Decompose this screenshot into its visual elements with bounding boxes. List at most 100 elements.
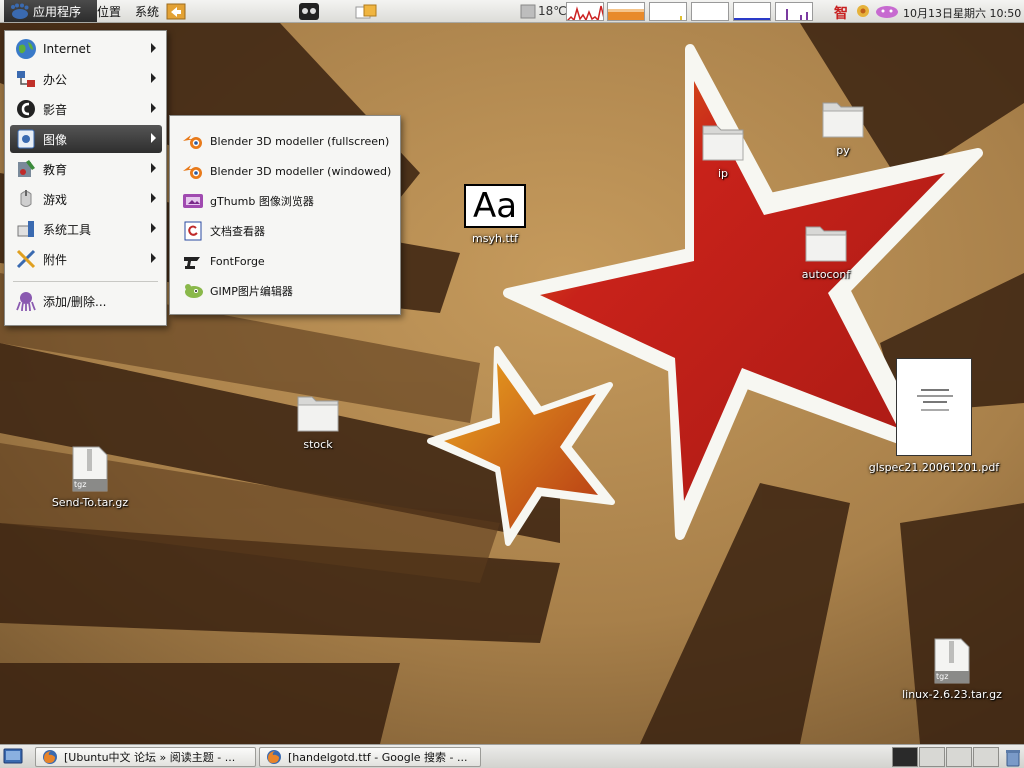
menu-item-graphics[interactable]: 图像 (10, 125, 162, 153)
applications-menu[interactable]: 应用程序 (4, 0, 97, 22)
desktop-icon-folder-ip[interactable]: ip (695, 120, 751, 180)
menu-item-label: 系统工具 (43, 222, 92, 237)
pdf-thumbnail-icon (896, 358, 972, 456)
tray-flower-icon (857, 5, 869, 17)
graphics-submenu: Blender 3D modeller (fullscreen) Blender… (169, 115, 401, 315)
clock[interactable]: 10月13日星期六 10:50 (903, 5, 1021, 21)
desktop-icon-label: ip (717, 167, 729, 180)
weather-cloud-icon (520, 4, 536, 19)
bottom-panel: [Ubuntu中文 论坛 » 阅读主题 - ... [handelgotd.tt… (0, 744, 1024, 768)
gthumb-icon (181, 191, 205, 211)
desktop-icon-label: linux-2.6.23.tar.gz (902, 688, 1002, 701)
menu-item-education[interactable]: 教育 (10, 155, 162, 183)
desktop-icon-folder-py[interactable]: py (815, 97, 871, 157)
archive-badge: tgz (74, 480, 87, 489)
weather-applet[interactable] (520, 2, 536, 21)
menu-item-office[interactable]: 办公 (10, 65, 162, 93)
weather-temperature: 18℃ (538, 4, 567, 18)
desktop-icon-label: Send-To.tar.gz (51, 496, 129, 509)
trash-icon (1006, 750, 1020, 767)
desktop-icon-pdf[interactable]: glspec21.20061201.pdf (866, 358, 1002, 474)
network-monitor[interactable] (649, 2, 687, 21)
archive-badge: tgz (936, 672, 949, 681)
folder-icon (805, 226, 847, 262)
panel-launcher[interactable] (166, 2, 186, 21)
cpu-graph-icon (567, 5, 603, 20)
submenu-item-gimp[interactable]: GIMP图片编辑器 (176, 277, 396, 305)
submenu-item-document-viewer[interactable]: 文档查看器 (176, 217, 396, 245)
notes-applet[interactable] (354, 2, 378, 21)
document-viewer-icon (181, 221, 205, 241)
blender-icon (181, 131, 205, 151)
folder-icon (822, 102, 864, 138)
submenu-item-label: GIMP图片编辑器 (210, 285, 293, 298)
show-desktop-button[interactable] (3, 747, 23, 766)
menu-separator (13, 281, 158, 282)
tray-app-icon[interactable] (854, 2, 872, 21)
desktop-icon-folder-stock[interactable]: stock (290, 391, 346, 451)
taskbar-item-firefox-forum[interactable]: [Ubuntu中文 论坛 » 阅读主题 - ... (35, 747, 256, 767)
sound-video-icon (15, 98, 37, 120)
submenu-arrow-icon (151, 223, 156, 233)
trash-button[interactable] (1004, 747, 1022, 767)
folder-icon (297, 396, 339, 432)
submenu-item-blender-fullscreen[interactable]: Blender 3D modeller (fullscreen) (176, 127, 396, 155)
desktop-icon-archive-linux[interactable]: tgz linux-2.6.23.tar.gz (896, 637, 1008, 701)
gimp-icon (181, 281, 205, 301)
submenu-arrow-icon (151, 253, 156, 263)
system-menu[interactable]: 系统 (130, 0, 164, 22)
desktop-icon-folder-autoconf[interactable]: autoconf (793, 221, 859, 281)
show-desktop-icon (3, 748, 23, 764)
network-graph-icon (680, 16, 682, 20)
media-player-applet[interactable] (298, 2, 320, 21)
workspace-1[interactable] (892, 747, 918, 767)
music-player-icon (299, 3, 319, 20)
system-menu-label: 系统 (135, 4, 160, 19)
submenu-arrow-icon (151, 43, 156, 53)
menu-item-label: 教育 (43, 162, 68, 177)
workspace-4[interactable] (973, 747, 999, 767)
submenu-item-blender-windowed[interactable]: Blender 3D modeller (windowed) (176, 157, 396, 185)
menu-item-add-remove[interactable]: 添加/删除... (10, 287, 162, 315)
firefox-icon (43, 750, 57, 764)
places-menu[interactable]: 位置 (92, 0, 126, 22)
notes-icon (355, 4, 377, 19)
disk-monitor[interactable] (775, 2, 813, 21)
taskbar-item-label: [Ubuntu中文 论坛 » 阅读主题 - ... (64, 751, 236, 764)
games-icon (15, 188, 37, 210)
workspace-3[interactable] (946, 747, 972, 767)
menu-item-label: 添加/删除... (43, 294, 107, 309)
submenu-item-fontforge[interactable]: FontForge (176, 247, 396, 275)
input-method-indicator[interactable]: 智 (834, 3, 848, 23)
submenu-item-label: Blender 3D modeller (fullscreen) (210, 134, 390, 148)
menu-item-internet[interactable]: Internet (10, 35, 162, 63)
submenu-item-label: FontForge (210, 254, 265, 268)
menu-item-sound-video[interactable]: 影音 (10, 95, 162, 123)
workspace-2[interactable] (919, 747, 945, 767)
globe-icon (15, 38, 37, 60)
menu-item-games[interactable]: 游戏 (10, 185, 162, 213)
firefox-icon (267, 750, 281, 764)
menu-item-label: 图像 (43, 132, 68, 147)
menu-item-accessories[interactable]: 附件 (10, 245, 162, 273)
menu-item-system-tools[interactable]: 系统工具 (10, 215, 162, 243)
taskbar-item-firefox-google[interactable]: [handelgotd.ttf - Google 搜索 - ... (259, 747, 481, 767)
load-monitor[interactable] (733, 2, 771, 21)
desktop-icon-font-file[interactable]: Aa msyh.ttf (460, 184, 530, 245)
submenu-item-label: Blender 3D modeller (windowed) (210, 164, 392, 178)
submenu-item-gthumb[interactable]: gThumb 图像浏览器 (176, 187, 396, 215)
places-menu-label: 位置 (97, 4, 122, 19)
system-tools-icon (15, 218, 37, 240)
swap-monitor[interactable] (691, 2, 729, 21)
memory-monitor[interactable] (607, 2, 645, 21)
menu-item-label: 影音 (43, 102, 68, 117)
desktop-icon-label: py (836, 144, 850, 157)
desktop-icon-archive-sendto[interactable]: tgz Send-To.tar.gz (44, 445, 136, 509)
tray-messenger[interactable] (874, 2, 900, 21)
submenu-item-label: 文档查看器 (210, 225, 265, 238)
submenu-arrow-icon (151, 73, 156, 83)
cpu-monitor[interactable] (566, 2, 604, 21)
memory-graph-icon (608, 9, 644, 20)
menu-item-label: 办公 (43, 72, 68, 87)
foot-logo-icon (11, 3, 29, 19)
